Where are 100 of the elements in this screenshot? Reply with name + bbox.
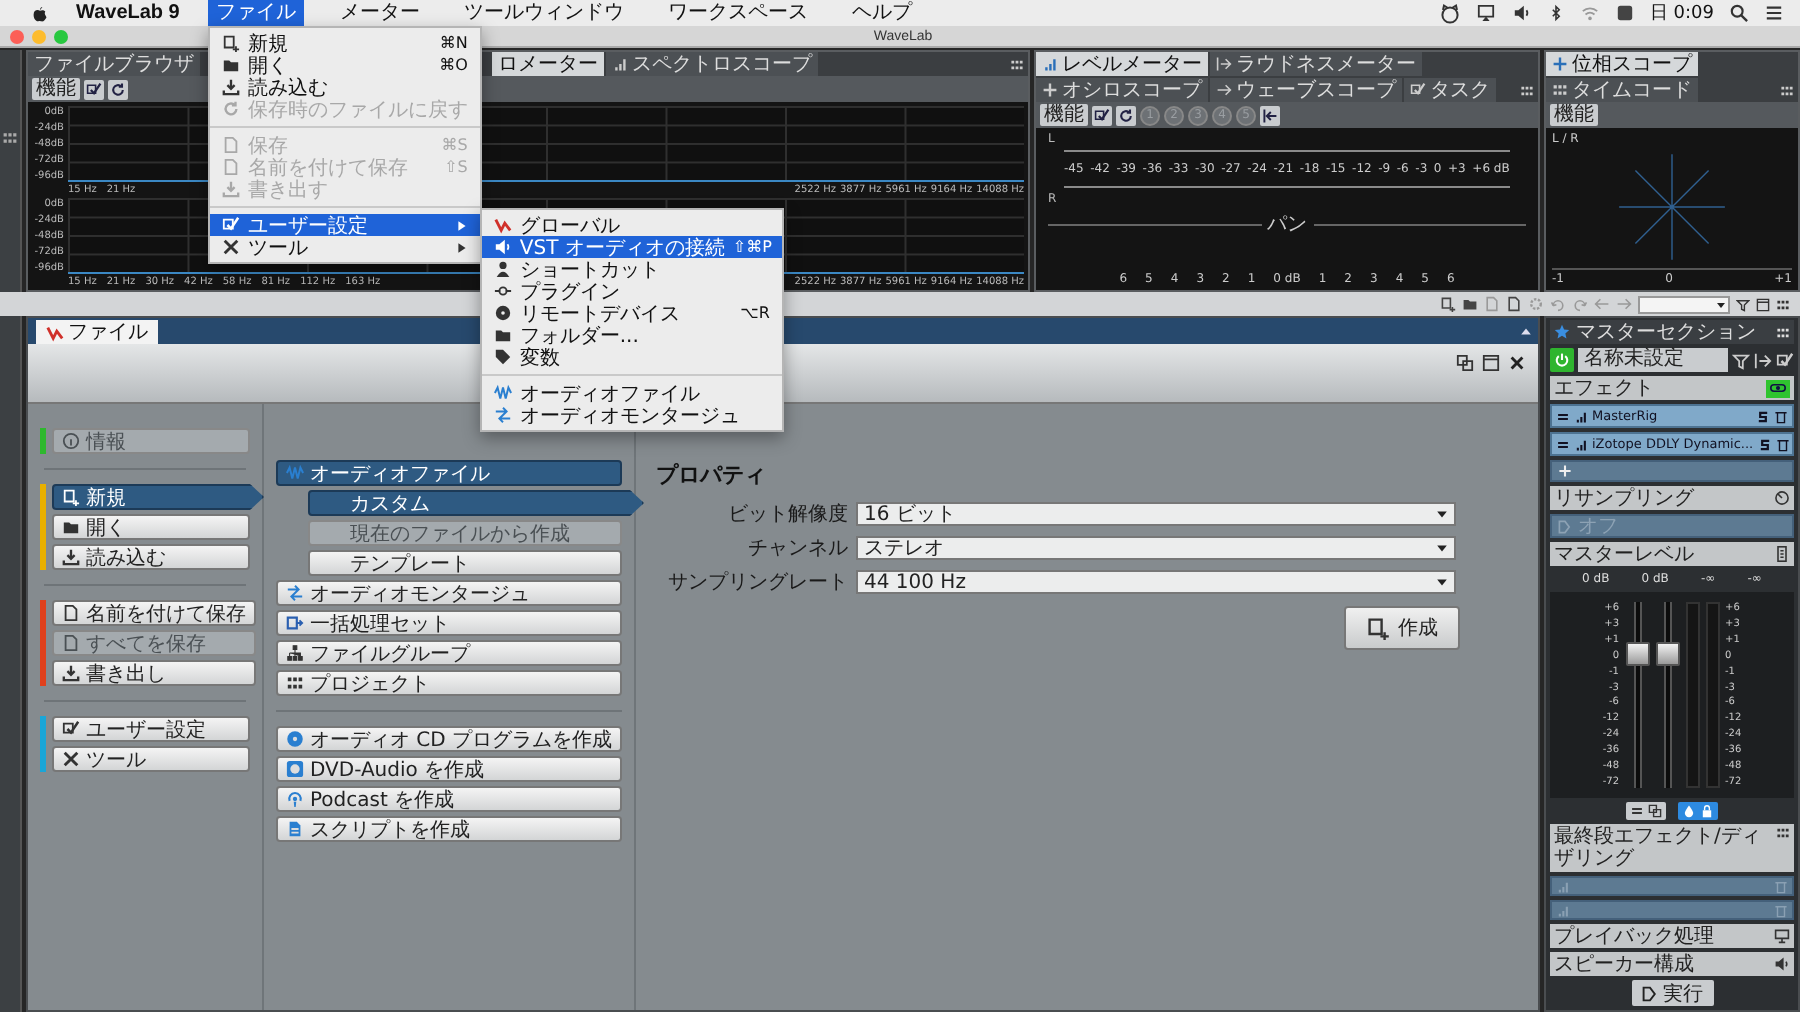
fader-handle[interactable] — [1625, 642, 1649, 667]
app-menu[interactable]: WaveLab 9 — [76, 2, 180, 24]
face-icon[interactable] — [1439, 3, 1460, 23]
caret-up-icon[interactable] — [1520, 325, 1532, 337]
new-document-icon[interactable] — [1440, 296, 1456, 312]
effects-toggle[interactable] — [1766, 379, 1790, 397]
function-button[interactable]: 機能 — [1550, 104, 1598, 126]
window-icon[interactable] — [1482, 354, 1500, 372]
search-icon[interactable] — [1730, 4, 1748, 22]
create-button[interactable]: 作成 — [1344, 606, 1460, 650]
menu-item[interactable]: オーディオモンタージュ — [481, 404, 782, 426]
power-button[interactable] — [1550, 348, 1574, 372]
menu-item[interactable]: 変数 — [481, 346, 782, 368]
nav-button[interactable]: 書き出し — [52, 660, 256, 686]
nav-button[interactable]: 新規 — [52, 484, 264, 510]
checkmark-icon[interactable] — [1094, 107, 1110, 123]
grid-icon[interactable] — [2, 130, 18, 146]
menu-item[interactable]: ショートカット — [481, 258, 782, 280]
checkmark-icon[interactable] — [86, 81, 102, 97]
tab[interactable]: タスク — [1404, 78, 1496, 102]
refresh-icon[interactable] — [1118, 107, 1134, 123]
tab[interactable]: レベルメーター — [1036, 52, 1208, 76]
nav-button[interactable]: ファイルグループ — [276, 640, 622, 666]
refresh-icon[interactable] — [110, 81, 126, 97]
menu-item[interactable]: 新規 ⌘N — [209, 32, 480, 54]
nav-button[interactable]: ツール — [52, 746, 250, 772]
grid-icon[interactable] — [1776, 826, 1790, 840]
tab[interactable]: タイムコード — [1546, 78, 1698, 102]
nav-button[interactable]: 読み込む — [52, 544, 250, 570]
dropdown-field[interactable] — [1638, 295, 1730, 313]
tab[interactable]: ウェーブスコープ — [1210, 78, 1402, 102]
tab[interactable]: ファイル — [36, 320, 158, 344]
menu-item[interactable]: プラグイン — [481, 280, 782, 302]
nav-button[interactable]: オーディオファイル — [276, 460, 622, 486]
preset-field[interactable]: 名称未設定 — [1578, 348, 1728, 372]
select-field[interactable]: 16 ビット — [856, 502, 1456, 526]
menu-item[interactable]: グローバル — [481, 214, 782, 236]
menu-item[interactable]: 開く ⌘O — [209, 54, 480, 76]
render-button[interactable]: 実行 — [1631, 980, 1713, 1006]
speaker-icon[interactable] — [1774, 956, 1790, 972]
copy-icon[interactable] — [1648, 804, 1662, 818]
menu-title[interactable]: ワークスペース — [659, 0, 816, 26]
nav-button[interactable]: Podcast を作成 — [276, 786, 622, 812]
display-icon[interactable] — [1475, 4, 1496, 22]
menu-title[interactable]: ツールウィンドウ — [455, 0, 632, 26]
nav-button[interactable]: スクリプトを作成 — [276, 816, 622, 842]
filter-icon[interactable] — [1736, 297, 1750, 311]
grid-icon[interactable] — [1776, 297, 1790, 311]
tab[interactable]: オシロスコープ — [1036, 78, 1208, 102]
nav-button[interactable]: テンプレート — [308, 550, 622, 576]
bluetooth-icon[interactable] — [1547, 4, 1564, 22]
meter-icon[interactable] — [1774, 546, 1790, 562]
nav-button[interactable]: オーディオモンタージュ — [276, 580, 622, 606]
menu-title[interactable]: ファイル — [207, 0, 304, 26]
trash-icon[interactable] — [1774, 409, 1788, 423]
trash-icon[interactable] — [1775, 437, 1790, 451]
function-button[interactable]: 機能 — [32, 78, 80, 100]
checkmark-icon[interactable] — [1776, 351, 1794, 369]
folder-icon[interactable] — [1462, 296, 1478, 312]
menu-title[interactable]: メーター — [331, 0, 428, 26]
menu-icon[interactable] — [1764, 4, 1784, 22]
nav-button[interactable]: ユーザー設定 — [52, 716, 250, 742]
speaker-icon[interactable] — [1511, 4, 1532, 22]
nav-button[interactable]: カスタム — [308, 490, 644, 516]
square-icon[interactable] — [1615, 4, 1634, 22]
fader-handle[interactable] — [1655, 642, 1679, 667]
nav-button[interactable]: 名前を付けて保存 — [52, 600, 256, 626]
tab[interactable]: 位相スコープ — [1546, 52, 1698, 76]
nav-button[interactable]: 開く — [52, 514, 250, 540]
menu-item[interactable]: フォルダー... — [481, 324, 782, 346]
menu-item[interactable]: ツール — [209, 236, 480, 258]
grid-icon[interactable] — [1780, 83, 1794, 97]
tab[interactable]: ロメーター — [492, 52, 604, 76]
drop-icon[interactable] — [1682, 804, 1696, 818]
select-field[interactable]: ステレオ — [856, 536, 1456, 560]
grid-icon[interactable] — [1520, 83, 1534, 97]
copy-icon[interactable] — [1456, 354, 1474, 372]
close-icon[interactable] — [1508, 354, 1526, 372]
tab[interactable]: ラウドネスメーター — [1210, 52, 1422, 76]
nav-button[interactable]: オーディオ CD プログラムを作成 — [276, 726, 622, 752]
lock-icon[interactable] — [1700, 804, 1714, 818]
menu-item[interactable]: 読み込む — [209, 76, 480, 98]
menu-item[interactable]: VST オーディオの接続 ⇧⌘P — [481, 236, 782, 258]
menu-item[interactable]: リモートデバイス ⌥R — [481, 302, 782, 324]
skip-back-icon[interactable] — [1262, 107, 1278, 123]
grid-icon[interactable] — [1776, 325, 1790, 339]
function-button[interactable]: 機能 — [1040, 104, 1088, 126]
nav-button[interactable]: 一括処理セット — [276, 610, 622, 636]
menu-item[interactable]: ユーザー設定 — [209, 214, 480, 236]
tab[interactable]: ファイルブラウザ — [28, 52, 200, 76]
tab[interactable]: スペクトロスコープ — [606, 52, 818, 76]
grip-icon[interactable] — [1630, 804, 1644, 818]
dial-icon[interactable] — [1774, 490, 1790, 506]
menu-item[interactable]: オーディオファイル — [481, 382, 782, 404]
window-icon[interactable] — [1756, 297, 1770, 311]
select-field[interactable]: 44 100 Hz — [856, 570, 1456, 594]
grid-icon[interactable] — [1010, 57, 1024, 71]
nav-button[interactable]: DVD-Audio を作成 — [276, 756, 622, 782]
clock[interactable]: 日 0:09 — [1649, 0, 1714, 26]
monitor-icon[interactable] — [1774, 928, 1790, 944]
